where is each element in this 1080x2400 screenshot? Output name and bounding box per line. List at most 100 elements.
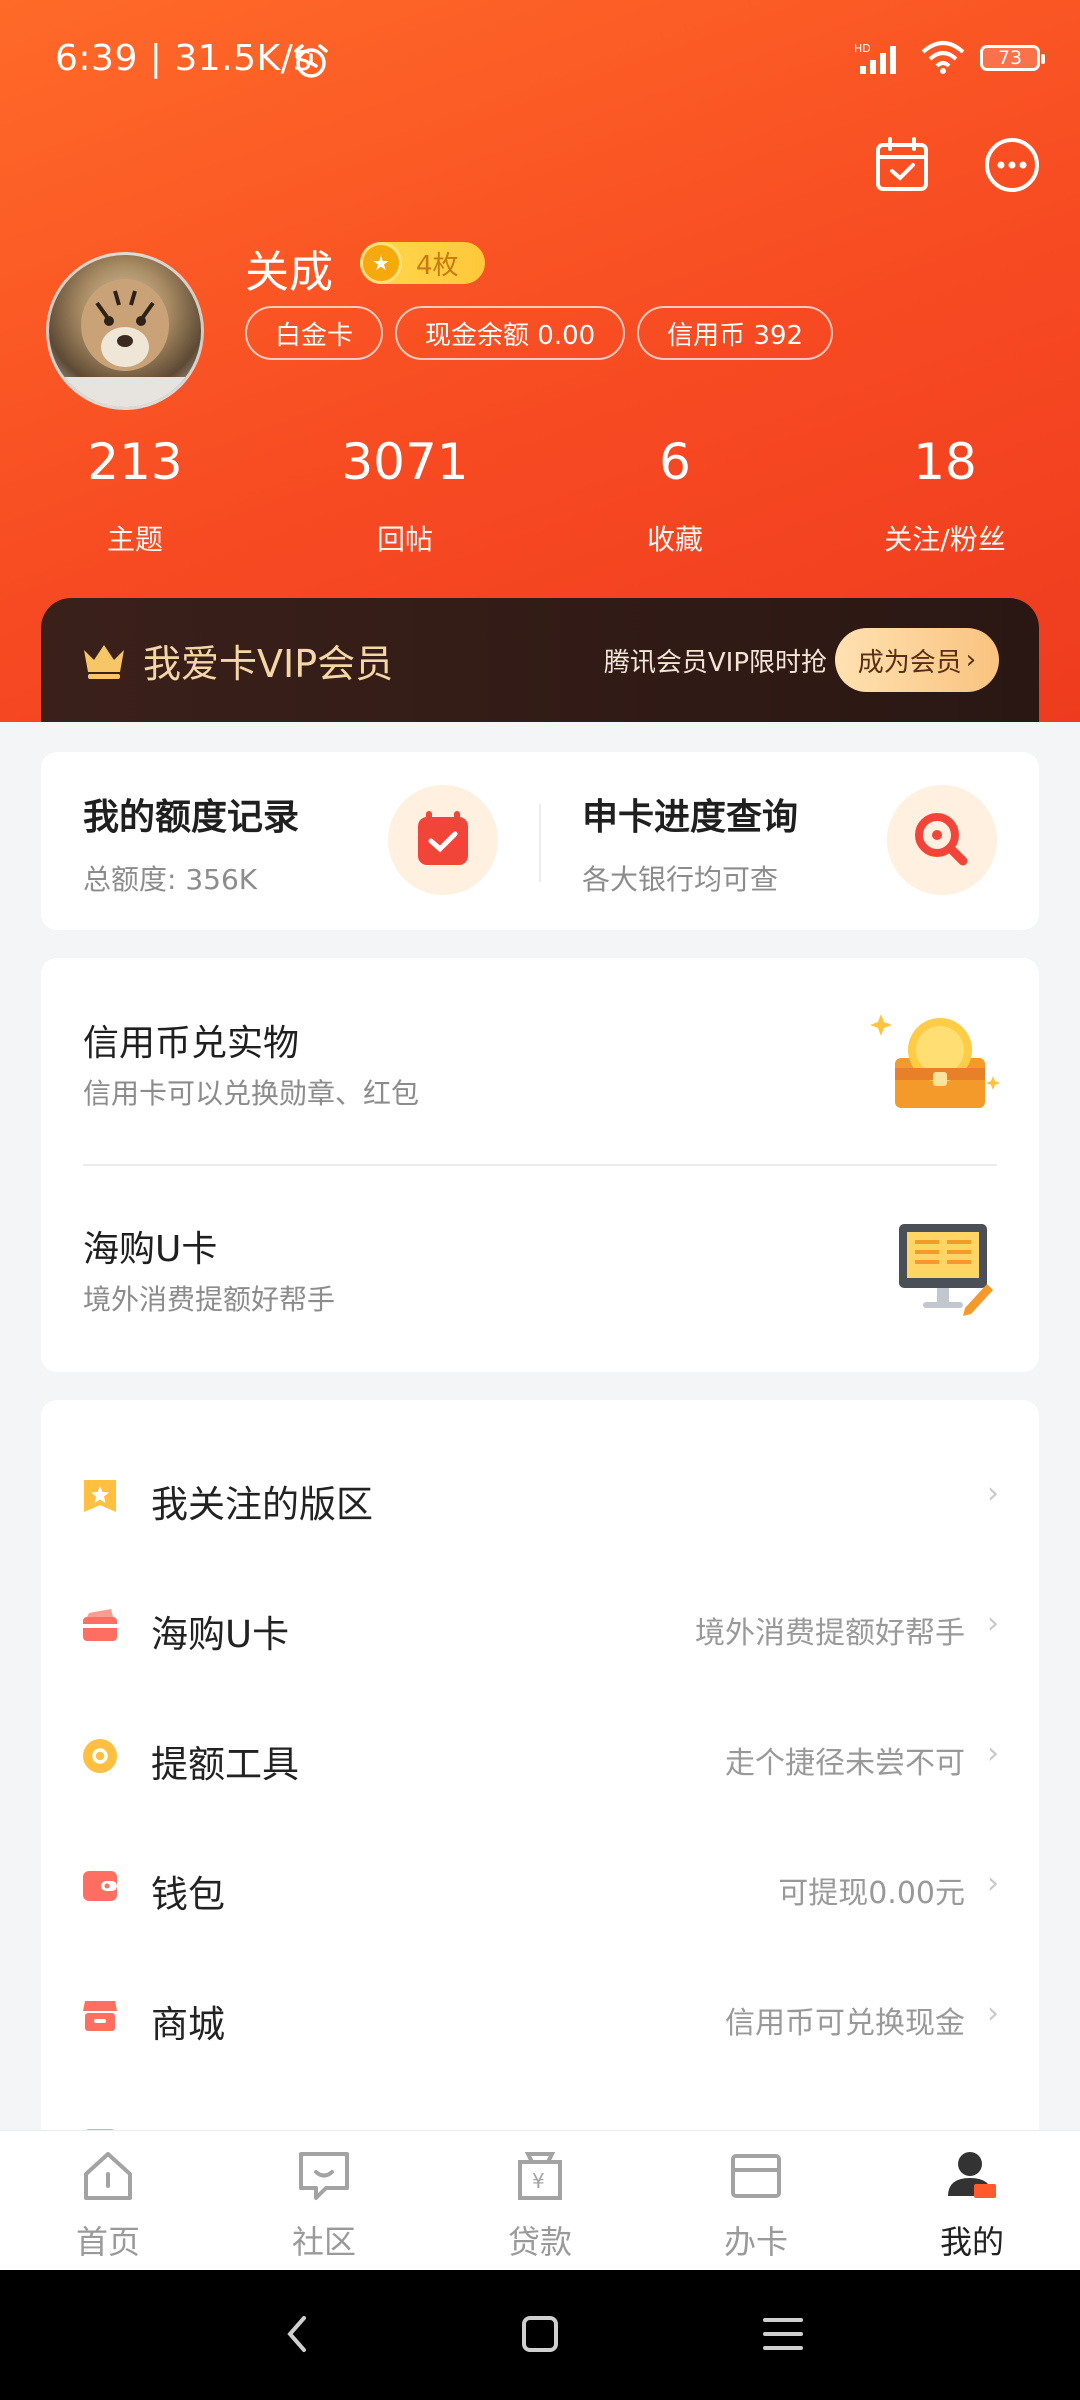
chevron-right-icon: › [987,1476,999,1511]
quick-actions-card: 我的额度记录 总额度: 356K 申卡进度查询 各大银行均可查 [41,752,1039,930]
menu-item-followed-boards[interactable]: 我关注的版区 › [41,1430,1039,1560]
menu-item-haigou-u-card[interactable]: 海购U卡 境外消费提额好帮手 › [41,1560,1039,1690]
card-progress-title: 申卡进度查询 [582,797,799,838]
wifi-icon [921,41,965,74]
menu-label: 我关注的版区 [151,1483,373,1526]
treasure-chest-icon [870,1014,1000,1108]
back-icon[interactable] [278,2314,318,2354]
star-medal-icon: ★ [360,242,402,284]
menu-list: 我关注的版区 › 海购U卡 境外消费提额好帮手 › 提额工具 走个捷径未尝不可 … [41,1400,1039,2150]
tag-card-level[interactable]: 白金卡 [245,306,384,360]
bookmark-star-icon [84,1480,116,1512]
stat-label: 关注/粉丝 [884,523,1006,556]
medal-badge[interactable]: ★ 4枚 [360,242,485,284]
battery-indicator: 73 [980,45,1045,71]
money-bag-icon: ¥ [518,2152,562,2200]
menu-hint: 境外消费提额好帮手 [695,1616,965,1651]
stat-value: 213 [87,433,183,491]
feature-sub: 信用卡可以兑换勋章、红包 [83,1077,420,1110]
tab-label: 贷款 [507,2223,572,2261]
profile-header: 6:39 | 31.5K/s HD 73 关成 ★ 4枚 白金卡 现金余额 0.… [0,0,1080,722]
avatar[interactable] [46,252,204,410]
chevron-right-icon: › [965,645,977,675]
crown-icon [84,645,124,679]
medal-count: 4枚 [416,250,459,281]
feature-title: 信用币兑实物 [83,1023,300,1064]
calendar-check-icon [388,785,498,895]
menu-label: 钱包 [151,1873,225,1916]
credit-limit-title: 我的额度记录 [83,797,300,838]
profile-tags: 白金卡 现金余额 0.00 信用币 392 [245,306,834,360]
tab-label: 办卡 [723,2223,788,2261]
menu-icon[interactable] [762,2314,804,2354]
profile-stats: 213 主题 3071 回帖 6 收藏 18 关注/粉丝 [0,432,1080,558]
user-icon [948,2152,996,2198]
tab-community[interactable]: 社区 [216,2131,432,2271]
become-member-label: 成为会员 [857,647,962,678]
status-icons: HD 73 [854,40,1045,76]
monitor-card-icon [899,1224,993,1316]
tab-label: 社区 [291,2223,356,2261]
svg-text:¥: ¥ [532,2169,545,2193]
chat-icon [299,2152,349,2200]
message-icon[interactable] [982,135,1042,195]
menu-label: 海购U卡 [151,1613,290,1656]
vip-title: 我爱卡VIP会员 [143,641,394,686]
tab-loan[interactable]: ¥ 贷款 [432,2131,648,2271]
user-name: 关成 [245,247,333,298]
stat-label: 主题 [106,523,163,556]
signal-icon: HD [854,42,896,74]
stat-value: 6 [659,433,691,491]
tiger-avatar-image [49,279,201,407]
home-nav-icon[interactable] [520,2314,560,2354]
tab-mine[interactable]: 我的 [864,2131,1080,2271]
hd-label: HD [854,42,871,55]
stat-topics[interactable]: 213 主题 [0,432,270,558]
tab-apply-card[interactable]: 办卡 [648,2131,864,2271]
credit-limit-sub: 总额度: 356K [83,863,258,896]
feature-title: 海购U卡 [83,1229,218,1270]
wallet-icon [83,1871,117,1901]
home-icon [84,2152,132,2200]
menu-hint: 可提现0.00元 [778,1876,965,1911]
menu-item-wallet[interactable]: 钱包 可提现0.00元 › [41,1820,1039,1950]
coin-icon [83,1739,117,1773]
search-icon [887,785,997,895]
chevron-right-icon: › [987,1736,999,1771]
tag-cash-balance[interactable]: 现金余额 0.00 [395,306,626,360]
tag-credit-coins[interactable]: 信用币 392 [637,306,834,360]
credit-coin-exchange[interactable]: 信用币兑实物 信用卡可以兑换勋章、红包 [41,958,1039,1164]
menu-hint: 走个捷径未尝不可 [725,1746,965,1781]
stat-label: 收藏 [646,523,703,556]
stat-value: 3071 [341,433,469,491]
menu-item-limit-tool[interactable]: 提额工具 走个捷径未尝不可 › [41,1690,1039,1820]
chevron-right-icon: › [987,1866,999,1901]
menu-hint: 信用币可兑换现金 [725,2006,965,2041]
feature-sub: 境外消费提额好帮手 [83,1283,336,1316]
menu-item-store[interactable]: 商城 信用币可兑换现金 › [41,1950,1039,2080]
tab-label: 首页 [75,2223,140,2261]
stat-replies[interactable]: 3071 回帖 [270,432,540,558]
credit-limit-record[interactable]: 我的额度记录 总额度: 356K [41,752,540,930]
card-icon [83,1609,117,1641]
tab-home[interactable]: 首页 [0,2131,216,2271]
stat-follow-fans[interactable]: 18 关注/粉丝 [810,432,1080,558]
become-member-button[interactable]: 成为会员 › [835,628,999,692]
haigou-u-card[interactable]: 海购U卡 境外消费提额好帮手 [41,1166,1039,1372]
card-progress-sub: 各大银行均可查 [582,863,779,896]
calendar-check-icon[interactable] [872,135,932,195]
bottom-tab-bar: 首页 社区 ¥ 贷款 办卡 我的 [0,2130,1080,2271]
alarm-icon [294,44,328,78]
stat-favorites[interactable]: 6 收藏 [540,432,810,558]
vip-promo: 腾讯会员VIP限时抢 [603,647,827,678]
system-nav-bar [0,2270,1080,2400]
card-progress-query[interactable]: 申卡进度查询 各大银行均可查 [540,752,1039,930]
vip-banner[interactable]: 我爱卡VIP会员 腾讯会员VIP限时抢 成为会员 › [41,598,1039,722]
menu-label: 提额工具 [151,1743,299,1786]
stat-value: 18 [913,433,977,491]
status-time-speed: 6:39 | 31.5K/s [55,38,313,79]
store-icon [83,2001,117,2031]
tab-label: 我的 [939,2223,1004,2261]
stat-label: 回帖 [376,523,433,556]
chevron-right-icon: › [987,1606,999,1641]
